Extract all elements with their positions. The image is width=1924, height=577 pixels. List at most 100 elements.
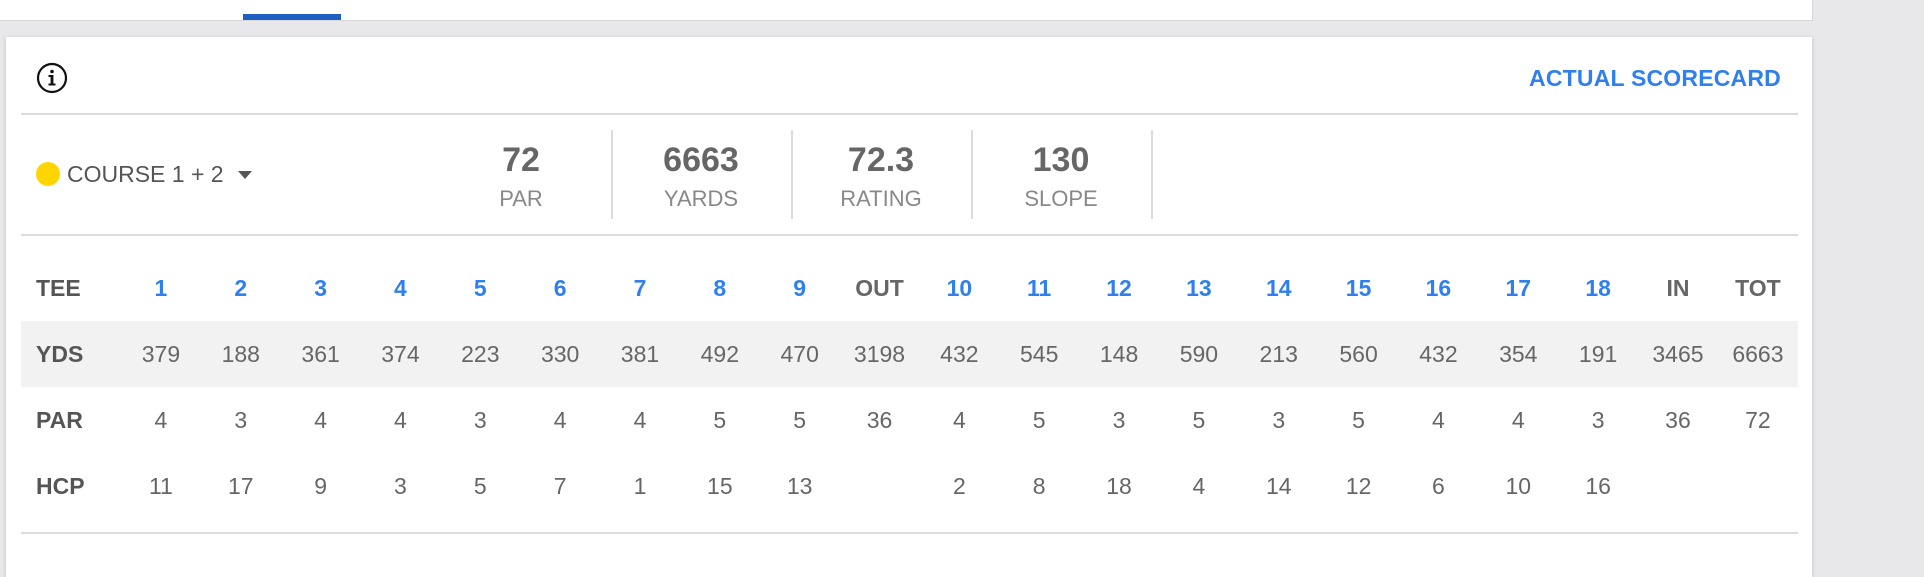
column-header-out: OUT [855, 274, 904, 301]
score-cell: 3465 [1638, 321, 1718, 387]
score-cell: 36 [866, 406, 893, 433]
score-cell: 5 [1192, 406, 1206, 433]
score-cell: 213 [1238, 321, 1319, 387]
stat-slope: 130 SLOPE [971, 130, 1153, 219]
dropdown-caret-icon [237, 171, 252, 179]
hole-header-16: 16 [1425, 274, 1452, 301]
score-cell: 4 [154, 406, 168, 433]
score-cell: 13 [786, 472, 813, 499]
hole-header-12: 12 [1106, 274, 1132, 301]
score-cell: 432 [919, 321, 1000, 387]
score-cell: 3 [1112, 406, 1126, 433]
score-cell: 148 [1079, 321, 1159, 387]
row-label: YDS [21, 321, 121, 387]
hole-header-15: 15 [1345, 274, 1372, 301]
score-cell: 381 [600, 321, 680, 387]
hole-header-10: 10 [946, 274, 973, 301]
stat-label: RATING [840, 186, 922, 211]
score-cell: 4 [553, 406, 567, 433]
score-cell: 3 [394, 472, 407, 499]
scorecard-table: TEE 1 2 3 4 5 6 7 8 9 OUT 10 11 12 13 14 15 16 17 18 IN TOT YD… [21, 255, 1798, 519]
divider [21, 234, 1798, 236]
score-cell: 354 [1478, 321, 1559, 387]
hole-header-14: 14 [1265, 274, 1292, 301]
score-cell: 4 [314, 406, 327, 433]
top-panel [0, 0, 1813, 21]
score-cell: 560 [1318, 321, 1399, 387]
header-row: TEE 1 2 3 4 5 6 7 8 9 OUT 10 11 12 13 14 15 16 17 18 IN TOT [21, 255, 1798, 321]
column-header-tot: TOT [1735, 274, 1781, 301]
score-cell: 5 [713, 406, 727, 433]
score-cell: 5 [1032, 406, 1046, 433]
scorecard-row-par: PAR 4 3 4 4 3 4 4 5 5 36 4 5 3 5 3 5 4 4 3 36 72 [21, 387, 1798, 453]
hole-header-8: 8 [713, 274, 727, 301]
hole-header-2: 2 [234, 274, 248, 301]
course-name: COURSE 1 + 2 [67, 160, 224, 187]
score-cell: 3 [234, 406, 248, 433]
score-cell: 4 [394, 406, 407, 433]
score-cell: 8 [1032, 472, 1046, 499]
info-icon[interactable] [36, 62, 68, 94]
row-label-tee: TEE [36, 274, 81, 301]
scorecard-card: ACTUAL SCORECARD COURSE 1 + 2 72 PAR 666… [6, 37, 1812, 577]
score-cell: 9 [314, 472, 327, 499]
score-cell: 6 [1432, 472, 1445, 499]
stat-value: 72.3 [847, 141, 915, 179]
hole-header-3: 3 [314, 274, 327, 301]
row-label: PAR [36, 406, 83, 433]
score-cell: 4 [1192, 472, 1206, 499]
hole-header-13: 13 [1186, 274, 1212, 301]
score-cell: 36 [1665, 406, 1691, 433]
score-cell: 17 [227, 472, 254, 499]
score-cell: 545 [999, 321, 1080, 387]
score-cell: 432 [1398, 321, 1479, 387]
actual-scorecard-link[interactable]: ACTUAL SCORECARD [1529, 65, 1781, 92]
score-cell: 4 [952, 406, 966, 433]
score-cell: 361 [280, 321, 361, 387]
stat-value: 6663 [663, 141, 739, 179]
hole-header-7: 7 [633, 274, 647, 301]
tee-color-dot-icon [36, 162, 60, 186]
divider [21, 113, 1798, 115]
stat-value: 130 [1032, 141, 1090, 179]
scorecard-row-hcp: HCP 11 17 9 3 5 7 1 15 13 2 8 18 4 14 12 6 10 16 [21, 453, 1798, 519]
score-cell: 14 [1265, 472, 1292, 499]
hole-header-11: 11 [1027, 274, 1052, 301]
stat-label: YARDS [663, 186, 739, 211]
stat-yards: 6663 YARDS [611, 130, 793, 219]
stat-value: 72 [502, 141, 540, 179]
score-cell: 5 [1352, 406, 1365, 433]
hole-header-1: 1 [154, 274, 168, 301]
score-cell: 4 [633, 406, 647, 433]
score-cell: 188 [200, 321, 281, 387]
score-cell: 72 [1745, 406, 1771, 433]
score-cell: 4 [1432, 406, 1445, 433]
score-cell: 590 [1158, 321, 1239, 387]
divider [21, 532, 1798, 534]
course-selector[interactable]: COURSE 1 + 2 [36, 159, 252, 189]
hole-header-4: 4 [394, 274, 407, 301]
score-cell: 3 [1591, 406, 1605, 433]
score-cell [840, 453, 920, 519]
hole-header-9: 9 [793, 274, 807, 301]
score-cell: 6663 [1717, 321, 1798, 387]
score-cell: 379 [121, 321, 201, 387]
hole-header-6: 6 [553, 274, 567, 301]
score-cell: 3198 [839, 321, 920, 387]
stat-label: SLOPE [1024, 186, 1098, 211]
score-cell: 10 [1505, 472, 1532, 499]
score-cell: 470 [759, 321, 840, 387]
score-cell: 1 [633, 472, 647, 499]
hole-header-18: 18 [1585, 274, 1611, 301]
score-cell: 16 [1585, 472, 1611, 499]
score-cell: 330 [520, 321, 601, 387]
active-tab-indicator [243, 14, 341, 20]
hole-header-17: 17 [1505, 274, 1532, 301]
score-cell: 492 [679, 321, 760, 387]
score-cell: 3 [473, 406, 487, 433]
score-cell: 5 [473, 472, 487, 499]
column-header-in: IN [1666, 274, 1690, 301]
stat-rating: 72.3 RATING [791, 130, 973, 219]
hole-header-5: 5 [473, 274, 487, 301]
row-label: HCP [36, 472, 85, 499]
